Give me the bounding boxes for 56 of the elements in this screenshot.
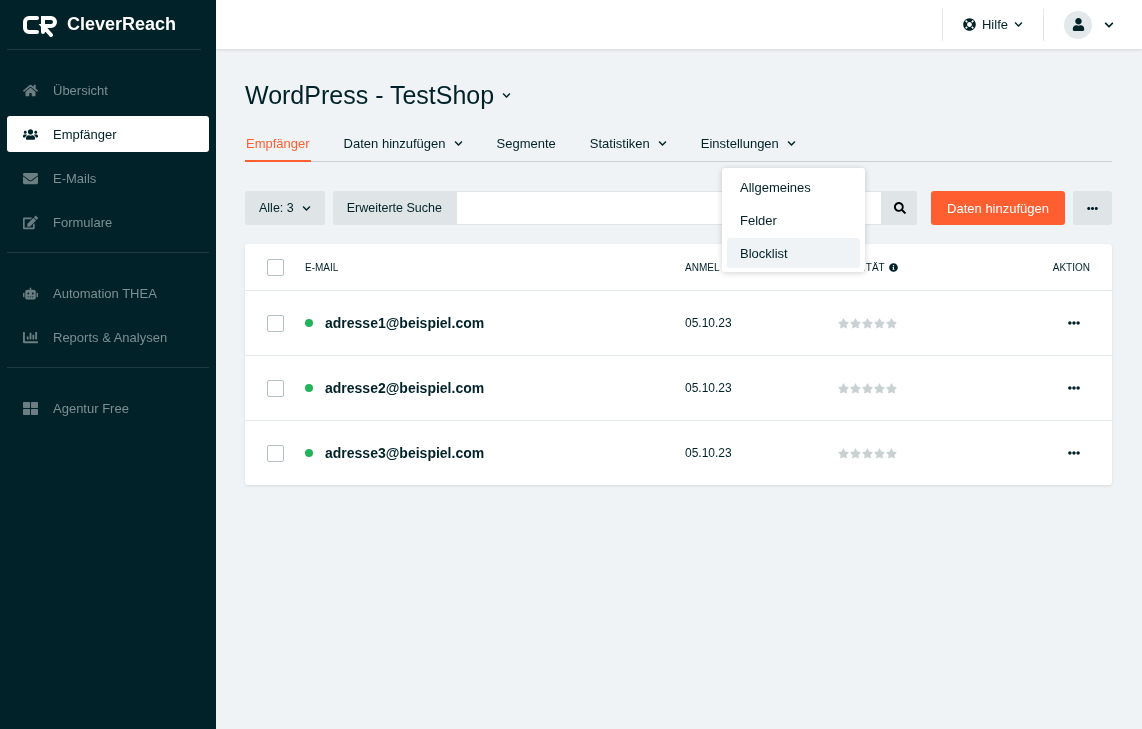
date-cell-text: 05.10.23 <box>685 446 733 460</box>
people-icon <box>23 126 38 142</box>
info-icon <box>888 262 898 272</box>
search-icon <box>893 202 906 214</box>
avatar[interactable] <box>1064 10 1092 39</box>
help-button[interactable]: Hilfe <box>963 17 1023 32</box>
sidebar-item[interactable]: E-Mails <box>7 160 209 196</box>
lifebuoy-icon <box>963 18 976 31</box>
sidebar-item-label: Agentur Free <box>53 400 129 416</box>
logo-text: CleverReach <box>67 14 177 35</box>
email-address[interactable]: adresse3@beispiel.com <box>325 445 485 461</box>
chevron-down-icon <box>786 139 796 148</box>
user-icon <box>1071 18 1085 31</box>
tab[interactable]: Einstellungen <box>699 136 797 162</box>
grid-icon <box>23 400 38 416</box>
sidebar-item-label: Formulare <box>53 214 113 230</box>
row-checkbox[interactable] <box>267 314 284 332</box>
tab[interactable]: Segmente <box>495 136 557 162</box>
bar-chart-icon <box>23 329 38 345</box>
filter-dropdown[interactable]: Alle: 3 <box>245 191 325 225</box>
sidebar-item[interactable]: Empfänger <box>7 116 209 152</box>
column-header: ANMEL <box>685 261 721 273</box>
sidebar-item[interactable]: Agentur Free <box>7 390 209 426</box>
chevron-down-icon[interactable] <box>1104 19 1114 30</box>
sidebar-item-label: Automation THEA <box>53 285 157 301</box>
sidebar-item[interactable]: Automation THEA <box>7 275 209 311</box>
robot-icon <box>23 285 38 301</box>
sidebar-item[interactable]: Reports & Analysen <box>7 319 209 355</box>
advanced-search-button[interactable]: Erweiterte Suche <box>332 191 456 225</box>
column-header: AKTION <box>1051 261 1091 273</box>
sidebar-item-label: Übersicht <box>53 82 108 98</box>
page-title: WordPress - TestShop <box>245 81 495 110</box>
email-address[interactable]: adresse2@beispiel.com <box>325 380 485 396</box>
date-cell-text: 05.10.23 <box>685 316 733 330</box>
chevron-down-icon <box>301 203 311 213</box>
tab[interactable]: Statistiken <box>588 136 668 162</box>
house-icon <box>23 82 38 98</box>
sidebar-item[interactable]: Formulare <box>7 204 209 240</box>
row-checkbox[interactable] <box>267 379 284 397</box>
menu-item[interactable]: Blocklist <box>727 238 860 268</box>
chevron-down-icon <box>1014 20 1023 29</box>
date-cell-text: 05.10.23 <box>685 381 733 395</box>
sidebar-item[interactable]: Übersicht <box>7 72 209 108</box>
chevron-down-icon <box>453 139 463 148</box>
tab[interactable]: Daten hinzufügen <box>342 136 464 162</box>
envelope-icon <box>23 170 38 186</box>
row-checkbox[interactable] <box>267 444 284 462</box>
chevron-down-icon[interactable] <box>502 91 512 100</box>
sidebar-item-label: Reports & Analysen <box>53 329 168 345</box>
chevron-down-icon <box>657 139 667 148</box>
select-all-checkbox[interactable] <box>267 258 284 276</box>
sidebar-item-label: Empfänger <box>53 126 117 142</box>
column-header: E-MAIL <box>305 261 340 273</box>
search-button[interactable] <box>882 191 918 225</box>
email-address[interactable]: adresse1@beispiel.com <box>325 315 485 331</box>
sidebar-item-label: E-Mails <box>53 170 97 186</box>
